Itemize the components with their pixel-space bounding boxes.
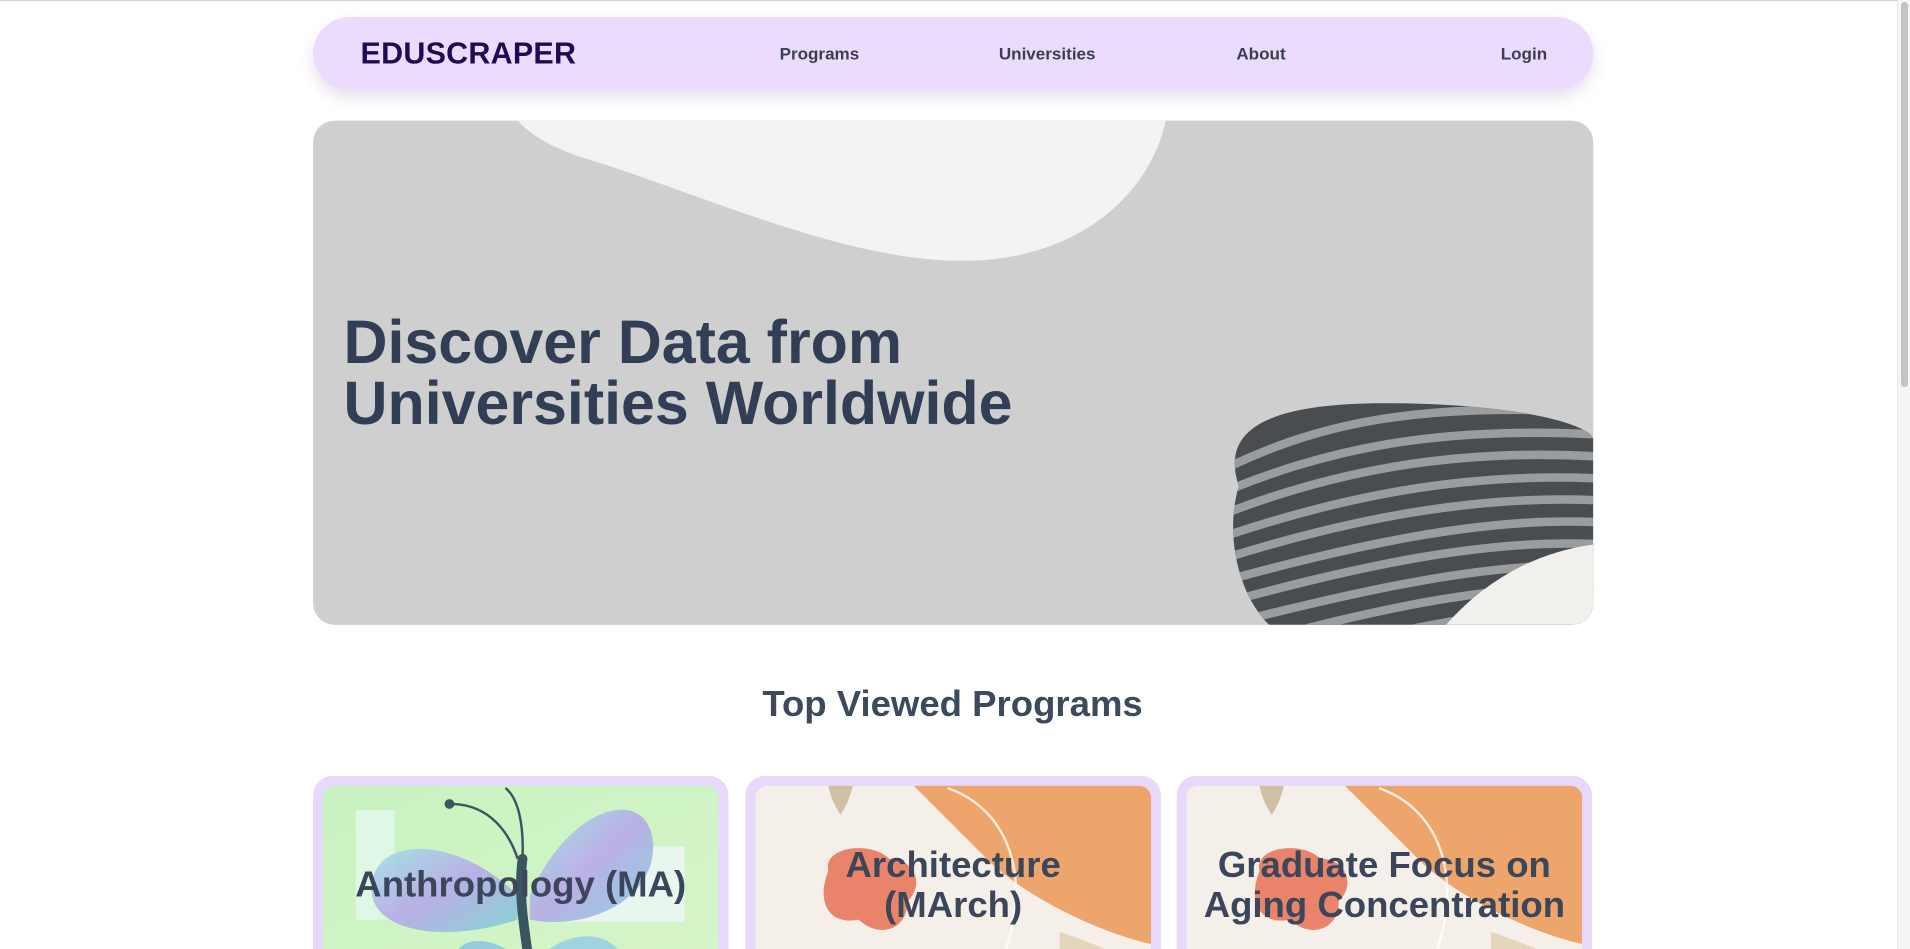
program-card-title-line2: Aging Concentration [1203, 885, 1566, 926]
section-title-top-programs: Top Viewed Programs [762, 684, 1143, 725]
hero-title-line1: Discover Data from [343, 308, 903, 377]
hero-title: Discover Data from Universities Worldwid… [344, 312, 1197, 434]
program-card-title: Anthropology (MA) [355, 864, 687, 906]
scrollbar-thumb[interactable] [1901, 2, 1908, 387]
program-card-aging[interactable]: Graduate Focus on Aging Concentration [1176, 775, 1593, 949]
program-card-title: Graduate Focus on Aging Concentration [1186, 845, 1582, 925]
program-card-title-line1: Graduate Focus on [1217, 845, 1551, 886]
program-card-image: Graduate Focus on Aging Concentration [1186, 785, 1583, 949]
page: EDUSCRAPER Programs Universities About L… [0, 0, 1910, 949]
program-card-image: Anthropology (MA) [322, 785, 719, 949]
program-card-title-line2: (MArch) [884, 885, 1023, 926]
program-card-title-line1: Architecture [845, 845, 1061, 886]
program-card-title: Architecture (MArch) [755, 845, 1151, 925]
program-card-image: Architecture (MArch) [755, 785, 1152, 949]
brand-logo[interactable]: EDUSCRAPER [361, 17, 577, 90]
nav-login[interactable]: Login [1501, 17, 1547, 90]
program-card-anthropology[interactable]: Anthropology (MA) [313, 775, 729, 949]
nav-universities[interactable]: Universities [999, 17, 1096, 90]
hero-banner: Discover Data from Universities Worldwid… [313, 120, 1594, 625]
hero-title-line2: Universities Worldwide [343, 369, 1013, 438]
program-card-architecture[interactable]: Architecture (MArch) [745, 775, 1161, 949]
vertical-scrollbar[interactable] [1897, 0, 1910, 949]
nav-about[interactable]: About [1236, 17, 1285, 90]
navbar: EDUSCRAPER Programs Universities About L… [313, 17, 1594, 91]
nav-programs[interactable]: Programs [780, 17, 860, 90]
